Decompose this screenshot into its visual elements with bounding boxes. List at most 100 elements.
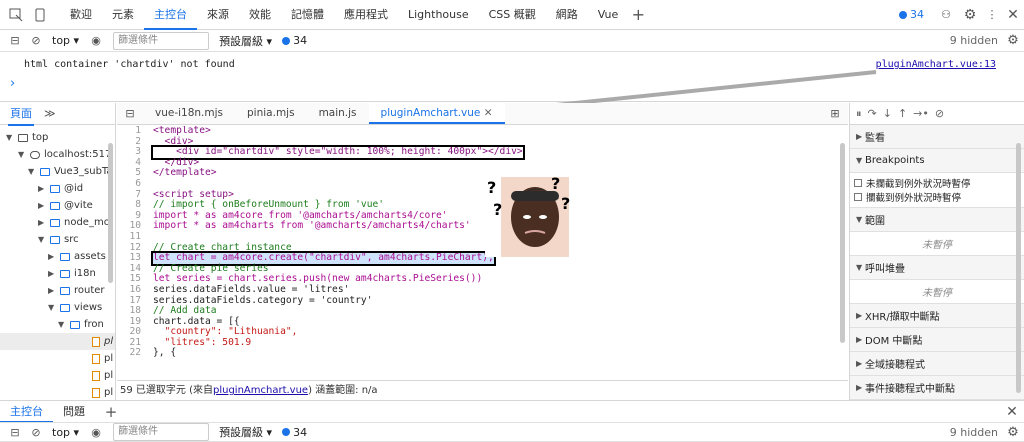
gear-icon[interactable]: ⚙ — [958, 7, 982, 23]
editor-tab[interactable]: main.js — [307, 102, 369, 124]
devtools-tab[interactable]: Vue — [588, 0, 629, 30]
step-out-icon[interactable]: ↑ — [898, 107, 907, 120]
drawer-sidebar-icon[interactable]: ⊟ — [4, 426, 26, 439]
tree-item[interactable]: pl — [0, 350, 115, 367]
console-settings-icon[interactable]: ⚙ — [1002, 33, 1024, 48]
clear-console-icon[interactable]: ⊘ — [26, 34, 46, 47]
devtools-tab[interactable]: 應用程式 — [334, 0, 398, 30]
tree-item[interactable]: pl — [0, 333, 115, 350]
devtools-tab[interactable]: 來源 — [197, 0, 239, 30]
step-over-icon[interactable]: ↷ — [868, 107, 877, 120]
status-file-link[interactable]: pluginAmchart.vue — [213, 385, 308, 396]
deactivate-breakpoints-icon[interactable]: ⊘ — [935, 107, 944, 120]
toggle-navigator-icon[interactable]: ⊟ — [117, 102, 143, 124]
drawer-tab[interactable]: 主控台 — [0, 401, 53, 423]
section-event[interactable]: ▶ 事件接聽程式中斷點 — [850, 376, 1024, 400]
tree-item[interactable]: ▶ router — [0, 282, 115, 299]
expand-triangle-icon[interactable]: ▼ — [48, 303, 57, 312]
devtools-tab[interactable]: 記憶體 — [281, 0, 334, 30]
tree-item[interactable]: ▼ fron — [0, 316, 115, 333]
step-icon[interactable]: →• — [913, 107, 929, 120]
drawer-count[interactable]: 34 — [293, 426, 307, 439]
pause-caught-checkbox[interactable]: 攔截到例外狀況時暫停 — [850, 190, 1024, 204]
console-count[interactable]: 34 — [293, 34, 307, 47]
sidebar-scrollbar[interactable] — [108, 143, 113, 283]
drawer-eye-icon[interactable]: ◉ — [85, 426, 107, 439]
devtools-tab[interactable]: 歡迎 — [60, 0, 102, 30]
tree-item[interactable]: ▶ assets — [0, 248, 115, 265]
tree-item[interactable]: ▼ top — [0, 129, 115, 146]
drawer-add-icon[interactable]: + — [101, 403, 121, 421]
source-link[interactable]: pluginAmchart.vue:13 — [876, 59, 996, 70]
eye-icon[interactable]: ◉ — [85, 34, 107, 47]
editor-tab[interactable]: vue-i18n.mjs — [143, 102, 235, 124]
tree-item[interactable]: ▼ localhost:517 — [0, 146, 115, 163]
customize-icon[interactable]: ⚇ — [934, 8, 958, 21]
expand-triangle-icon[interactable]: ▼ — [6, 133, 15, 142]
line-number[interactable]: 1 — [117, 126, 153, 137]
add-tab-icon[interactable]: + — [628, 5, 648, 24]
close-tab-icon[interactable]: ✕ — [480, 107, 493, 119]
expand-triangle-icon[interactable]: ▼ — [58, 320, 67, 329]
section-dom[interactable]: ▶ DOM 中斷點 — [850, 328, 1024, 352]
drawer-settings-icon[interactable]: ⚙ — [1002, 425, 1024, 440]
more-tabs-icon[interactable]: ≫ — [44, 107, 56, 120]
debugger-scrollbar[interactable] — [1016, 143, 1021, 393]
tree-item[interactable]: ▼ Vue3_subTa — [0, 163, 115, 180]
tree-item[interactable]: ▶ @id — [0, 180, 115, 197]
drawer-clear-icon[interactable]: ⊘ — [26, 426, 46, 439]
section-xhr[interactable]: ▶ XHR/擷取中斷點 — [850, 304, 1024, 328]
tree-item[interactable]: ▶ node_mo — [0, 214, 115, 231]
device-toolbar-icon[interactable] — [28, 8, 52, 22]
line-number[interactable]: 16 — [117, 284, 153, 296]
tree-item[interactable]: pl — [0, 384, 115, 400]
drawer-filter-input[interactable]: 篩選條件 — [113, 423, 210, 441]
expand-triangle-icon[interactable]: ▶ — [38, 184, 47, 193]
section-breakpoints[interactable]: ▼ Breakpoints — [850, 149, 1024, 173]
inspect-icon[interactable] — [4, 8, 28, 22]
devtools-tab[interactable]: 網路 — [546, 0, 588, 30]
tree-item[interactable]: ▼ views — [0, 299, 115, 316]
expand-triangle-icon[interactable]: ▶ — [48, 286, 57, 295]
drawer-tab[interactable]: 問題 — [53, 401, 95, 423]
devtools-tab[interactable]: 元素 — [102, 0, 144, 30]
tab-page[interactable]: 頁面 — [8, 103, 34, 126]
devtools-tab[interactable]: 效能 — [239, 0, 281, 30]
expand-triangle-icon[interactable]: ▶ — [38, 201, 47, 210]
step-into-icon[interactable]: ↓ — [883, 107, 892, 120]
expand-triangle-icon[interactable]: ▼ — [28, 167, 37, 176]
line-number[interactable]: 11 — [117, 231, 153, 243]
tree-item[interactable]: ▶ i18n — [0, 265, 115, 282]
tree-item[interactable]: ▼ src — [0, 231, 115, 248]
devtools-tab[interactable]: Lighthouse — [398, 0, 479, 30]
line-number[interactable]: 6 — [117, 178, 153, 190]
drawer-levels-dropdown[interactable]: 預設層級 ▾ — [219, 424, 272, 440]
more-options-icon[interactable]: ⋮ — [982, 8, 1002, 21]
editor-tab[interactable]: pluginAmchart.vue ✕ — [368, 102, 505, 124]
toggle-debugger-icon[interactable]: ⊞ — [822, 102, 848, 124]
section-watch[interactable]: ▶ 監看 — [850, 125, 1024, 149]
expand-triangle-icon[interactable]: ▶ — [48, 269, 57, 278]
code-area[interactable]: 1 <template> 2 <div> 3 <div id="chartdiv" s… — [117, 126, 848, 378]
pause-icon[interactable]: ⏸ — [856, 107, 862, 121]
devtools-tab[interactable]: CSS 概觀 — [479, 0, 546, 30]
filter-input[interactable]: 篩選條件 — [113, 31, 210, 50]
line-number[interactable]: 22 — [117, 348, 153, 359]
drawer-close-icon[interactable]: ✕ — [1000, 404, 1024, 420]
tree-item[interactable]: ▶ @vite — [0, 197, 115, 214]
section-global[interactable]: ▶ 全域接聽程式 — [850, 352, 1024, 376]
expand-triangle-icon[interactable]: ▶ — [38, 218, 47, 227]
editor-scrollbar[interactable] — [840, 143, 845, 343]
close-icon[interactable]: ✕ — [1002, 7, 1024, 23]
editor-tab[interactable]: pinia.mjs — [235, 102, 307, 124]
drawer-context-select[interactable]: top ▾ — [52, 426, 79, 439]
sidebar-toggle-icon[interactable]: ⊟ — [4, 34, 26, 47]
devtools-tab[interactable]: 主控台 — [144, 0, 197, 30]
section-callstack[interactable]: ▼ 呼叫堆疊 — [850, 256, 1024, 280]
levels-dropdown[interactable]: 預設層級 ▾ — [219, 33, 272, 49]
expand-triangle-icon[interactable]: ▶ — [48, 252, 57, 261]
context-select[interactable]: top ▾ — [52, 34, 79, 47]
tree-item[interactable]: pl — [0, 367, 115, 384]
top-message-count[interactable]: 34 — [910, 8, 924, 21]
pause-uncaught-checkbox[interactable]: 未攔截到例外狀況時暫停 — [850, 176, 1024, 190]
